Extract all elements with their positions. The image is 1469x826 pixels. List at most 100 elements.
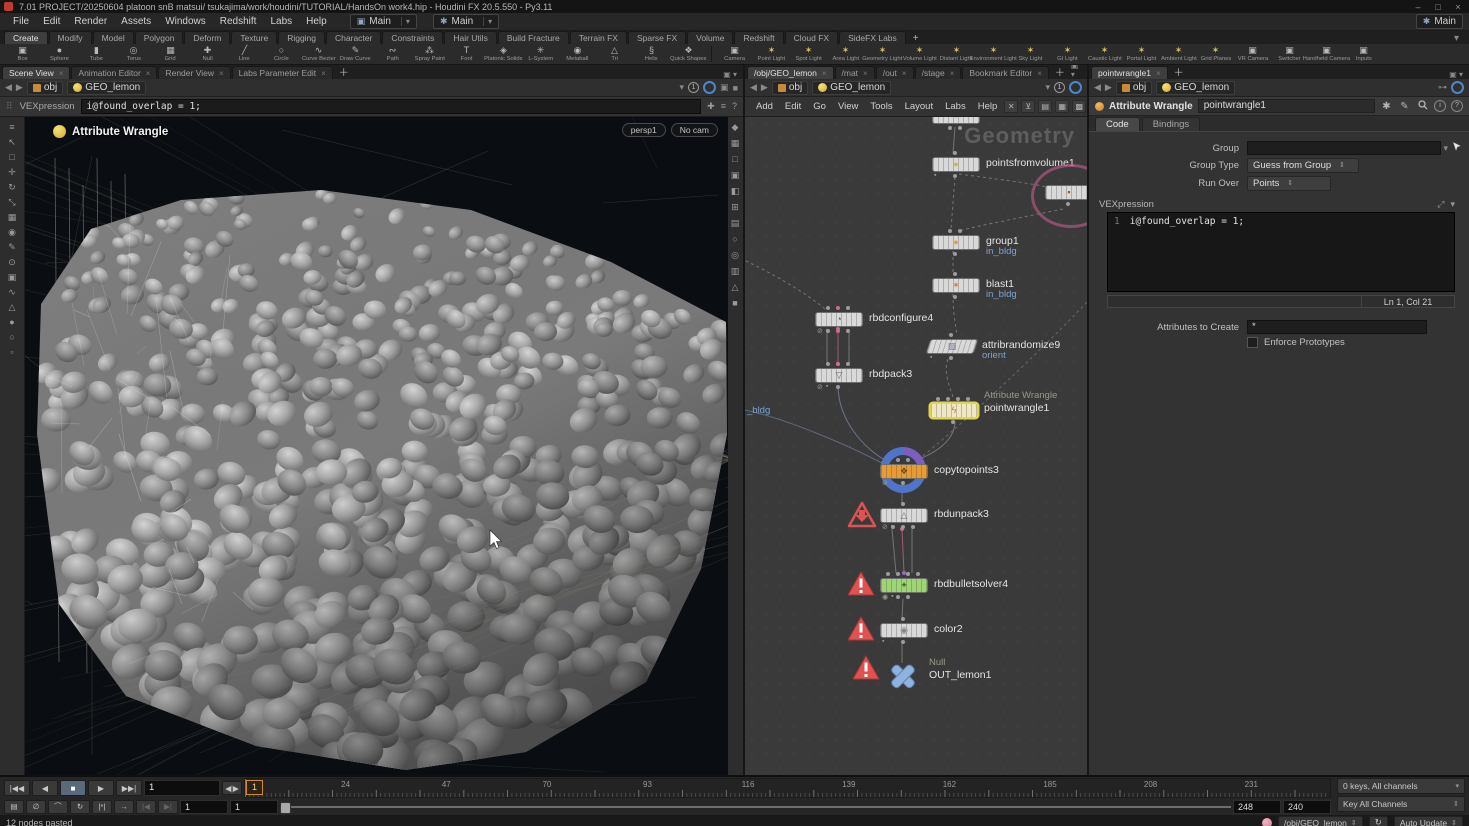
- viewport-display-icon-1[interactable]: ▦: [731, 139, 740, 148]
- follow-playhead-button[interactable]: ▤: [4, 800, 24, 814]
- node-input_top[interactable]: ▪: [932, 117, 980, 124]
- grid-icon[interactable]: ▦: [1055, 100, 1069, 113]
- tab-bindings[interactable]: Bindings: [1142, 117, 1200, 131]
- shelf-tab-deform[interactable]: Deform: [184, 31, 230, 44]
- node-body[interactable]: ▪: [932, 117, 980, 124]
- enforce-prototypes-checkbox[interactable]: [1247, 337, 1258, 348]
- audio-button[interactable]: ∅: [26, 800, 46, 814]
- output-connector[interactable]: [953, 252, 957, 256]
- camera-select-pill[interactable]: No cam: [671, 123, 718, 137]
- link-icon[interactable]: [1069, 81, 1082, 94]
- viewport-tool-icon-1[interactable]: ↖: [8, 138, 16, 147]
- shelf-tab-cloud-fx[interactable]: Cloud FX: [785, 31, 838, 44]
- input-connector[interactable]: [936, 397, 940, 401]
- viewport-display-icon-10[interactable]: △: [732, 283, 739, 292]
- node-body[interactable]: ϟ: [930, 403, 978, 418]
- shelf-tab-constraints[interactable]: Constraints: [382, 31, 443, 44]
- display-mode-icon[interactable]: ▤: [1038, 100, 1052, 113]
- node-flag-badge[interactable]: ▪: [891, 593, 893, 601]
- node-rbdbulletsolver4[interactable]: ✦rbdbulletsolver4◉▪: [880, 578, 928, 593]
- jump-start-button[interactable]: |◀◀: [4, 780, 30, 796]
- forward-icon[interactable]: ▶: [1105, 82, 1112, 93]
- shelf-tab-terrain-fx[interactable]: Terrain FX: [570, 31, 627, 44]
- close-icon[interactable]: ×: [1037, 69, 1042, 78]
- tab-pointwrangle1[interactable]: pointwrangle1 ×: [1091, 66, 1168, 79]
- tool-font[interactable]: TFont: [448, 46, 485, 63]
- viewport-tool-icon-0[interactable]: ≡: [9, 123, 14, 132]
- global-start-field[interactable]: 1: [180, 800, 228, 814]
- tab-code[interactable]: Code: [1095, 117, 1140, 131]
- viewport-display-icon-2[interactable]: □: [732, 155, 737, 164]
- toolbar-icon[interactable]: ⊻: [1021, 100, 1035, 113]
- tool-portal-light[interactable]: ✶Portal Light: [1123, 46, 1160, 63]
- tool-circle[interactable]: ○Circle: [263, 46, 300, 63]
- output-connector[interactable]: [911, 525, 915, 529]
- tool-null[interactable]: ✚Null: [189, 46, 226, 63]
- viewport-tool-icon-13[interactable]: ●: [9, 318, 14, 327]
- input-connector[interactable]: [846, 306, 850, 310]
- close-icon[interactable]: ×: [1156, 69, 1161, 78]
- menu-help[interactable]: Help: [299, 15, 334, 28]
- tool-grid[interactable]: ▦Grid: [152, 46, 189, 63]
- group-type-select[interactable]: Guess from Group ⇕: [1247, 158, 1359, 173]
- viewport-display-icon-8[interactable]: ◎: [731, 251, 739, 260]
- output-connector[interactable]: [901, 640, 905, 644]
- node-pointwrangle1[interactable]: ϟAttribute Wranglepointwrangle1: [930, 403, 978, 418]
- current-frame-field[interactable]: 1: [144, 780, 220, 796]
- tool-tri[interactable]: △Tri: [596, 46, 633, 63]
- menu-redshift[interactable]: Redshift: [213, 15, 264, 28]
- node-rbdconfigure4[interactable]: ◔rbdconfigure4⊘▪: [815, 312, 863, 327]
- shelf-tab-sparse-fx[interactable]: Sparse FX: [628, 31, 686, 44]
- input-connector[interactable]: [886, 572, 890, 576]
- add-icon[interactable]: ✚: [707, 101, 715, 112]
- tab--mat[interactable]: /mat×: [835, 66, 875, 79]
- shelf-tab-volume[interactable]: Volume: [687, 31, 733, 44]
- link-icon[interactable]: [703, 81, 716, 94]
- tool-vr-camera[interactable]: ▣VR Camera: [1234, 46, 1271, 63]
- right-desktop-selector[interactable]: ✱ Main: [1416, 14, 1463, 29]
- menu-file[interactable]: File: [6, 15, 36, 28]
- node-flag-badge[interactable]: ▪: [930, 354, 932, 361]
- drag-handle-icon[interactable]: ⠿: [6, 101, 14, 112]
- node-body[interactable]: ●: [932, 235, 980, 250]
- path-node-chip[interactable]: GEO_lemon: [1156, 81, 1235, 95]
- stop-button[interactable]: ■: [60, 780, 86, 796]
- timeline-ruler[interactable]: 1 24477093116139162185208231: [244, 778, 1331, 798]
- material-sphere-icon[interactable]: [1262, 818, 1272, 826]
- tool-grid-planes[interactable]: ✶Grid Planes: [1197, 46, 1234, 63]
- tool-caustic-light[interactable]: ✶Caustic Light: [1086, 46, 1123, 63]
- node-copytopoints3[interactable]: ❖copytopoints3⊘: [880, 464, 928, 479]
- viewport-tool-icon-12[interactable]: △: [9, 303, 16, 312]
- node-flag-badge[interactable]: ▪: [891, 523, 893, 531]
- node-pointsfromvolume1[interactable]: ●pointsfromvolume1▪: [932, 157, 980, 172]
- tool-sky-light[interactable]: ✶Sky Light: [1012, 46, 1049, 63]
- auto-update-dropdown[interactable]: Auto Update ⇕: [1394, 816, 1463, 826]
- input-connector[interactable]: [846, 362, 850, 366]
- playback-start-field[interactable]: 1: [230, 800, 278, 814]
- viewport-tool-icon-9[interactable]: ⊙: [8, 258, 16, 267]
- input-connector[interactable]: [901, 617, 905, 621]
- viewport-3d[interactable]: Attribute Wrangle persp1 No cam: [25, 117, 726, 775]
- input-connector[interactable]: [906, 572, 910, 576]
- tool-l-system[interactable]: ✳L-System: [522, 46, 559, 63]
- menu-assets[interactable]: Assets: [114, 15, 158, 28]
- playback-direction-button[interactable]: →: [114, 800, 134, 814]
- node-rbdunpack3[interactable]: △rbdunpack3⊘▪: [880, 508, 928, 523]
- range-right-button[interactable]: ▶|: [158, 800, 178, 814]
- magnifier-icon[interactable]: [1416, 100, 1429, 113]
- range-left-button[interactable]: |◀: [136, 800, 156, 814]
- node-flag-badge[interactable]: ⊘: [817, 383, 823, 391]
- viewport-display-icon-9[interactable]: ▥: [731, 267, 740, 276]
- toolbar-icon[interactable]: ✕: [1004, 100, 1018, 113]
- snapshot-icon[interactable]: 1: [1054, 82, 1065, 93]
- input-connector[interactable]: [906, 458, 910, 462]
- viewport-tool-icon-2[interactable]: □: [9, 153, 14, 162]
- viewport-display-icon-7[interactable]: ○: [732, 235, 737, 244]
- context-dropdown[interactable]: /obj/GEO_lemon ⇕: [1278, 816, 1363, 826]
- shelf-tab-rigging[interactable]: Rigging: [278, 31, 325, 44]
- menu-labs[interactable]: Labs: [263, 15, 299, 28]
- global-end-field[interactable]: 240: [1283, 800, 1331, 814]
- net-menu-edit[interactable]: Edit: [780, 100, 806, 113]
- close-icon[interactable]: ×: [902, 69, 907, 78]
- node-body[interactable]: ▨: [926, 339, 979, 354]
